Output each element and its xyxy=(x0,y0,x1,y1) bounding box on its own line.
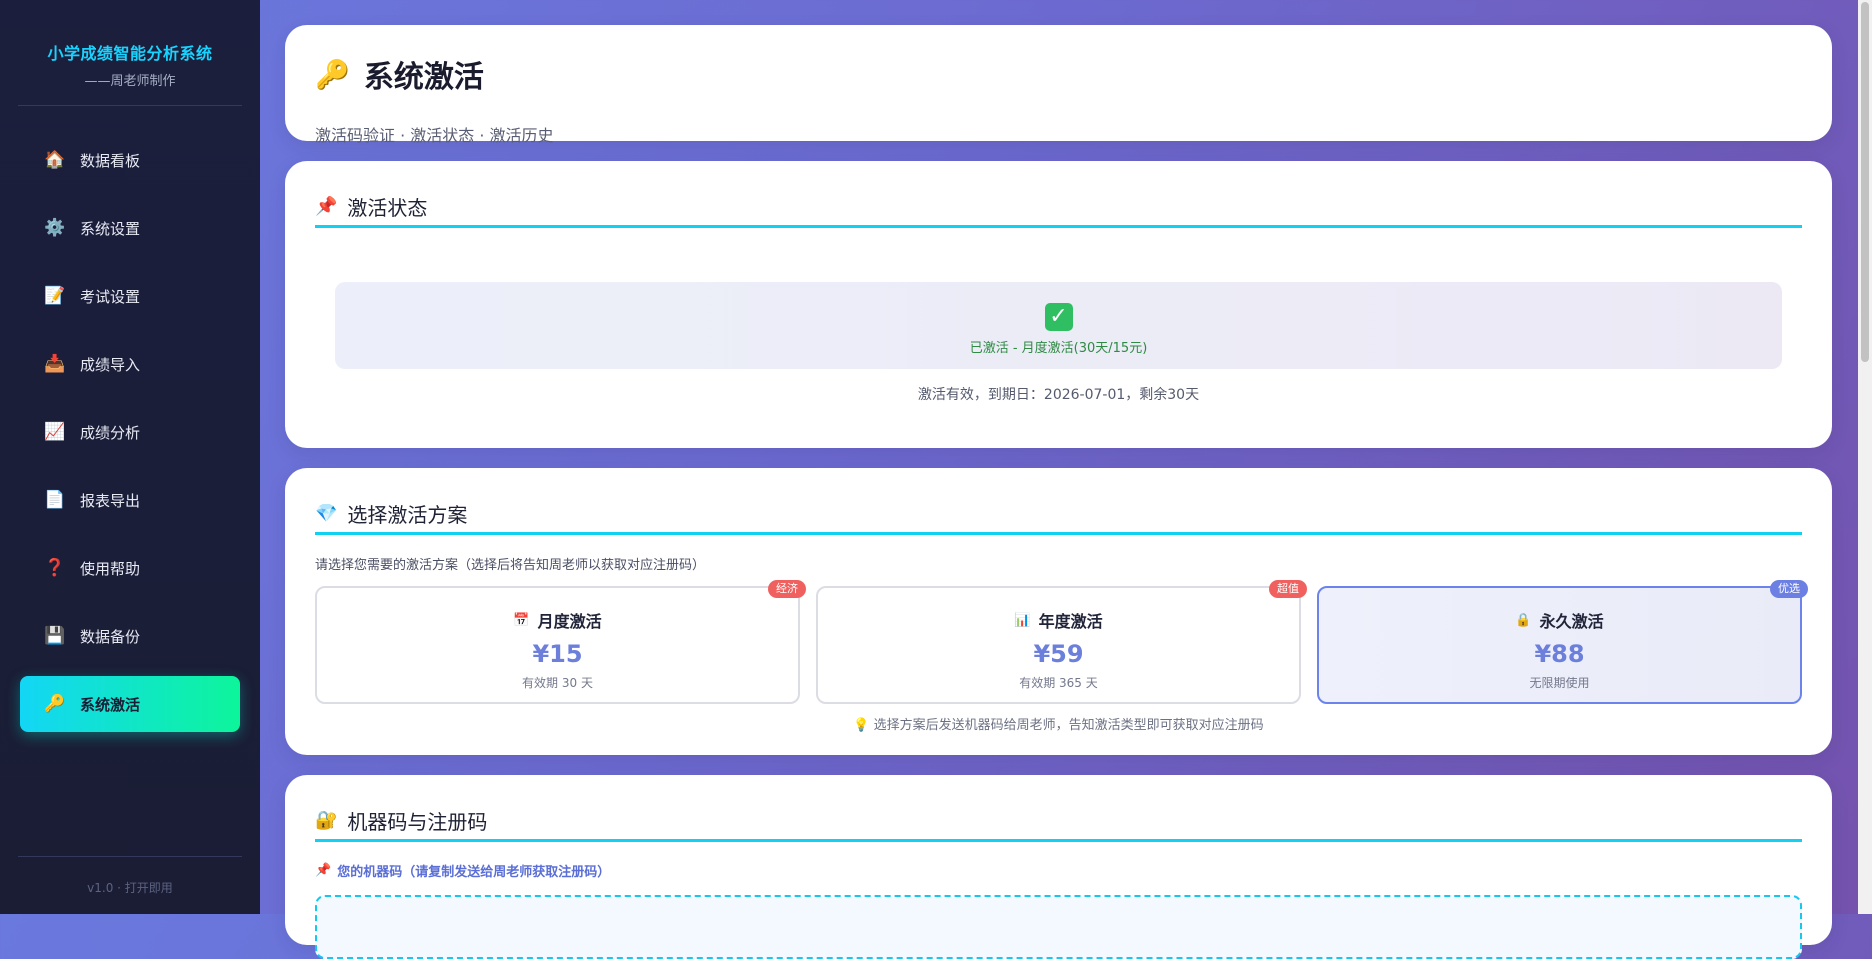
sidebar-nav: 🏠 数据看板 ⚙️ 系统设置 📝 考试设置 📥 成绩导入 📈 成绩分析 📄 报表… xyxy=(20,132,240,744)
page-title-text: 系统激活 xyxy=(363,60,484,95)
plan-desc: 有效期 365 天 xyxy=(1019,676,1098,690)
pushpin-icon: 📌 xyxy=(315,863,332,878)
status-text: 已激活 - 月度激活(30天/15元) xyxy=(969,341,1148,356)
machine-code-box[interactable] xyxy=(315,895,1802,959)
plan-options: 经济 📅 月度激活 ¥15 有效期 30 天 超值 📊 年度激活 ¥59 有效期… xyxy=(315,580,1808,704)
brand: 小学成绩智能分析系统 ——周老师制作 xyxy=(0,0,260,104)
sidebar-item-label: 使用帮助 xyxy=(80,559,141,578)
plan-desc: 无限期使用 xyxy=(1529,676,1590,690)
plan-tip: 💡 选择方案后发送机器码给周老师，告知激活类型即可获取对应注册码 xyxy=(853,718,1264,733)
document-icon: 📄 xyxy=(44,490,66,510)
status-detail: 激活有效，到期日：2026-07-01，剩余30天 xyxy=(917,387,1200,403)
scrollbar-track[interactable] xyxy=(1858,0,1872,914)
plan-price: ¥15 xyxy=(532,640,583,668)
app-title: 小学成绩智能分析系统 xyxy=(47,44,213,63)
machine-code-card: 🔐 机器码与注册码 📌 您的机器码（请复制发送给周老师获取注册码） xyxy=(285,775,1832,959)
plan-hint: 请选择您需要的激活方案（选择后将告知周老师以获取对应注册码） xyxy=(315,558,706,573)
home-icon: 🏠 xyxy=(44,150,66,170)
page-title: 🔑 系统激活 xyxy=(315,52,484,96)
lock-key-icon: 🔐 xyxy=(315,809,338,831)
plan-badge: 优选 xyxy=(1770,580,1808,598)
sidebar: 小学成绩智能分析系统 ——周老师制作 🏠 数据看板 ⚙️ 系统设置 📝 考试设置… xyxy=(0,0,260,914)
machine-code-label-text: 您的机器码（请复制发送给周老师获取注册码） xyxy=(337,865,611,880)
sidebar-item-help[interactable]: ❓ 使用帮助 xyxy=(20,540,240,596)
app-subtitle: ——周老师制作 xyxy=(84,74,176,89)
plan-name-text: 年度激活 xyxy=(1038,612,1103,631)
page-header-card: 🔑 系统激活 激活码验证 · 激活状态 · 激活历史 xyxy=(285,25,1832,145)
plan-name: 📅 月度激活 xyxy=(317,608,798,632)
page-subtitle: 激活码验证 · 激活状态 · 激活历史 xyxy=(315,126,554,145)
memo-icon: 📝 xyxy=(44,286,66,306)
plan-name-text: 月度激活 xyxy=(537,612,602,631)
plan-yearly[interactable]: 超值 📊 年度激活 ¥59 有效期 365 天 xyxy=(816,580,1307,704)
sidebar-item-label: 数据备份 xyxy=(80,627,141,646)
sidebar-item-label: 报表导出 xyxy=(80,491,141,510)
section-header: 🔐 机器码与注册码 xyxy=(315,801,1802,842)
section-header: 💎 选择激活方案 xyxy=(315,494,1802,535)
activation-plans-card: 💎 选择激活方案 请选择您需要的激活方案（选择后将告知周老师以获取对应注册码） … xyxy=(285,468,1832,755)
activation-status-card: 📌 激活状态 ✓ 已激活 - 月度激活(30天/15元) 激活有效，到期日：20… xyxy=(285,161,1832,448)
plan-name: 🔒 永久激活 xyxy=(1319,608,1800,632)
status-box: ✓ 已激活 - 月度激活(30天/15元) xyxy=(335,282,1782,369)
scrollbar-thumb[interactable] xyxy=(1861,2,1869,362)
section-title: 选择激活方案 xyxy=(347,502,468,527)
gear-icon: ⚙️ xyxy=(44,218,66,238)
check-icon: ✓ xyxy=(1044,303,1073,331)
diamond-icon: 💎 xyxy=(315,502,338,524)
pushpin-icon: 📌 xyxy=(315,195,338,217)
key-icon: 🔑 xyxy=(44,694,66,714)
plan-name-text: 永久激活 xyxy=(1539,612,1604,631)
plan-badge: 超值 xyxy=(1269,580,1307,598)
sidebar-item-label: 成绩分析 xyxy=(80,423,141,442)
sidebar-item-score-import[interactable]: 📥 成绩导入 xyxy=(20,336,240,392)
section-title: 机器码与注册码 xyxy=(347,809,488,834)
divider xyxy=(18,105,242,106)
plan-name: 📊 年度激活 xyxy=(818,608,1299,632)
plan-price: ¥59 xyxy=(1033,640,1084,668)
plan-permanent[interactable]: 优选 🔒 永久激活 ¥88 无限期使用 xyxy=(1317,580,1808,704)
section-title: 激活状态 xyxy=(347,195,428,220)
sidebar-item-label: 考试设置 xyxy=(80,287,141,306)
plan-badge: 经济 xyxy=(768,580,806,598)
bar-chart-icon: 📊 xyxy=(1014,612,1031,628)
sidebar-item-score-analysis[interactable]: 📈 成绩分析 xyxy=(20,404,240,460)
calendar-icon: 📅 xyxy=(513,612,530,628)
inbox-icon: 📥 xyxy=(44,354,66,374)
sidebar-item-activation[interactable]: 🔑 系统激活 xyxy=(20,676,240,732)
floppy-disk-icon: 💾 xyxy=(44,626,66,646)
plan-price: ¥88 xyxy=(1534,640,1585,668)
divider xyxy=(18,856,242,857)
sidebar-item-exam-settings[interactable]: 📝 考试设置 xyxy=(20,268,240,324)
sidebar-item-dashboard[interactable]: 🏠 数据看板 xyxy=(20,132,240,188)
section-header: 📌 激活状态 xyxy=(315,187,1802,228)
plan-monthly[interactable]: 经济 📅 月度激活 ¥15 有效期 30 天 xyxy=(315,580,806,704)
sidebar-item-system-settings[interactable]: ⚙️ 系统设置 xyxy=(20,200,240,256)
machine-code-label: 📌 您的机器码（请复制发送给周老师获取注册码） xyxy=(315,861,610,880)
question-icon: ❓ xyxy=(44,558,66,578)
sidebar-item-backup[interactable]: 💾 数据备份 xyxy=(20,608,240,664)
sidebar-item-label: 数据看板 xyxy=(80,151,141,170)
plan-desc: 有效期 30 天 xyxy=(522,676,593,690)
lock-icon: 🔒 xyxy=(1515,612,1532,628)
sidebar-item-report-export[interactable]: 📄 报表导出 xyxy=(20,472,240,528)
key-icon: 🔑 xyxy=(315,57,350,91)
sidebar-item-label: 系统设置 xyxy=(80,219,141,238)
version-label: v1.0 · 打开即用 xyxy=(87,881,173,895)
sidebar-item-label: 成绩导入 xyxy=(80,355,141,374)
chart-up-icon: 📈 xyxy=(44,422,66,442)
sidebar-item-label: 系统激活 xyxy=(80,695,141,714)
